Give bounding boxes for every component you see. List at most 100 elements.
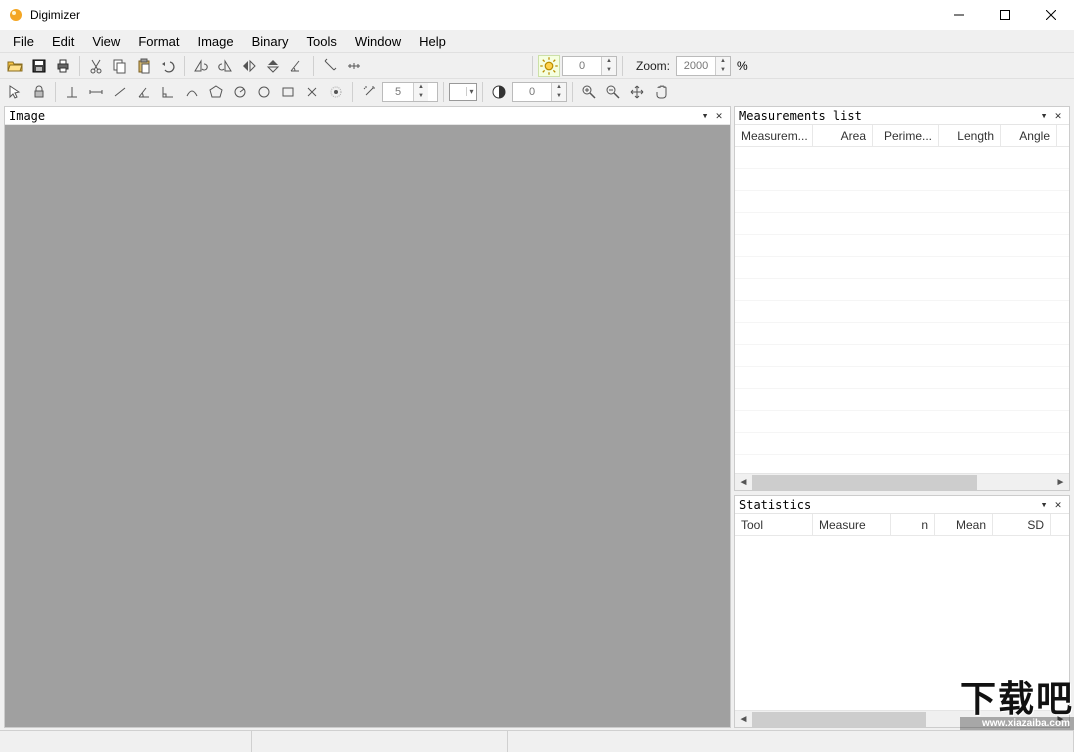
col-measure[interactable]: Measure [813,514,891,535]
save-icon[interactable] [28,55,50,77]
scroll-left-icon[interactable]: ◄ [735,475,752,490]
brightness-spinner[interactable]: 0 ▲▼ [562,56,617,76]
calibrate-icon[interactable] [319,55,341,77]
menu-tools[interactable]: Tools [297,32,345,51]
status-bar [0,730,1074,752]
rectangle-icon[interactable] [277,81,299,103]
panel-menu-icon[interactable]: ▾ [698,109,712,122]
menu-image[interactable]: Image [188,32,242,51]
spin-down-icon[interactable]: ▼ [414,92,428,101]
panel-close-icon[interactable]: ✕ [1051,498,1065,511]
contrast-spinner[interactable]: 0 ▲▼ [512,82,567,102]
menu-format[interactable]: Format [129,32,188,51]
contrast-value: 0 [513,86,551,98]
minimize-button[interactable] [936,0,982,30]
col-sd[interactable]: SD [993,514,1051,535]
copy-icon[interactable] [109,55,131,77]
open-icon[interactable] [4,55,26,77]
contrast-icon[interactable] [488,81,510,103]
flip-horizontal-icon[interactable] [238,55,260,77]
separator [443,82,444,102]
brightness-icon[interactable] [538,55,560,77]
panel-menu-icon[interactable]: ▾ [1037,498,1051,511]
dropdown-icon[interactable]: ▾ [466,87,476,96]
close-button[interactable] [1028,0,1074,30]
panel-close-icon[interactable]: ✕ [712,109,726,122]
zoom-spinner[interactable]: 2000 ▲▼ [676,56,731,76]
measurements-body[interactable] [735,147,1069,473]
marker-dot-icon[interactable] [325,81,347,103]
scroll-right-icon[interactable]: ► [1052,475,1069,490]
spin-down-icon[interactable]: ▼ [716,66,730,75]
panel-close-icon[interactable]: ✕ [1051,109,1065,122]
measurements-header: Measurem... Area Perime... Length Angle [735,125,1069,147]
rotate-right-icon[interactable] [214,55,236,77]
toolbar-row-1: 0 ▲▼ Zoom: 2000 ▲▼ % [0,52,1074,78]
col-length[interactable]: Length [939,125,1001,146]
circle-icon[interactable] [253,81,275,103]
col-mean[interactable]: Mean [935,514,993,535]
pointer-icon[interactable] [4,81,26,103]
col-angle[interactable]: Angle [1001,125,1057,146]
statistics-panel-title: Statistics [739,498,811,512]
col-tool[interactable]: Tool [735,514,813,535]
circle-center-icon[interactable] [229,81,251,103]
cut-icon[interactable] [85,55,107,77]
zoom-percent: % [737,59,748,73]
col-measurement[interactable]: Measurem... [735,125,813,146]
statistics-scrollbar[interactable]: ◄ ► [735,710,1069,727]
paste-icon[interactable] [133,55,155,77]
image-canvas[interactable] [5,125,730,727]
move-icon[interactable] [626,81,648,103]
menu-edit[interactable]: Edit [43,32,83,51]
panel-menu-icon[interactable]: ▾ [1037,109,1051,122]
zoom-label: Zoom: [636,59,670,73]
statistics-panel: Statistics ▾ ✕ Tool Measure n Mean SD ◄ … [734,495,1070,728]
zoom-in-icon[interactable] [578,81,600,103]
measurements-scrollbar[interactable]: ◄ ► [735,473,1069,490]
measurements-panel: Measurements list ▾ ✕ Measurem... Area P… [734,106,1070,491]
statistics-header: Tool Measure n Mean SD [735,514,1069,536]
menu-help[interactable]: Help [410,32,455,51]
scroll-right-icon[interactable]: ► [1052,712,1069,727]
menu-window[interactable]: Window [346,32,410,51]
menu-file[interactable]: File [4,32,43,51]
measurements-panel-title: Measurements list [739,109,862,123]
line-icon[interactable] [85,81,107,103]
color-picker[interactable]: ▾ [449,83,477,101]
arc-icon[interactable] [181,81,203,103]
rotate-left-icon[interactable] [190,55,212,77]
image-panel: Image ▾ ✕ [4,106,731,728]
hand-icon[interactable] [650,81,672,103]
spin-up-icon[interactable]: ▲ [602,57,616,66]
zoom-out-icon[interactable] [602,81,624,103]
maximize-button[interactable] [982,0,1028,30]
statistics-body[interactable] [735,536,1069,710]
flip-vertical-icon[interactable] [262,55,284,77]
segment-icon[interactable] [109,81,131,103]
wand-icon[interactable] [358,81,380,103]
scroll-left-icon[interactable]: ◄ [735,712,752,727]
marker-x-icon[interactable] [301,81,323,103]
undo-icon[interactable] [157,55,179,77]
spin-up-icon[interactable]: ▲ [552,83,566,92]
tolerance-spinner[interactable]: 5 ▲▼ [382,82,438,102]
col-n[interactable]: n [891,514,935,535]
menu-binary[interactable]: Binary [243,32,298,51]
spin-up-icon[interactable]: ▲ [716,57,730,66]
polygon-icon[interactable] [205,81,227,103]
print-icon[interactable] [52,55,74,77]
rotate-angle-icon[interactable] [286,55,308,77]
separator [532,56,533,76]
perpendicular-icon[interactable] [61,81,83,103]
spin-down-icon[interactable]: ▼ [552,92,566,101]
angle-icon[interactable] [133,81,155,103]
col-perimeter[interactable]: Perime... [873,125,939,146]
col-area[interactable]: Area [813,125,873,146]
spin-down-icon[interactable]: ▼ [602,66,616,75]
spin-up-icon[interactable]: ▲ [414,83,428,92]
right-angle-icon[interactable] [157,81,179,103]
lock-icon[interactable] [28,81,50,103]
unit-icon[interactable] [343,55,365,77]
menu-view[interactable]: View [83,32,129,51]
